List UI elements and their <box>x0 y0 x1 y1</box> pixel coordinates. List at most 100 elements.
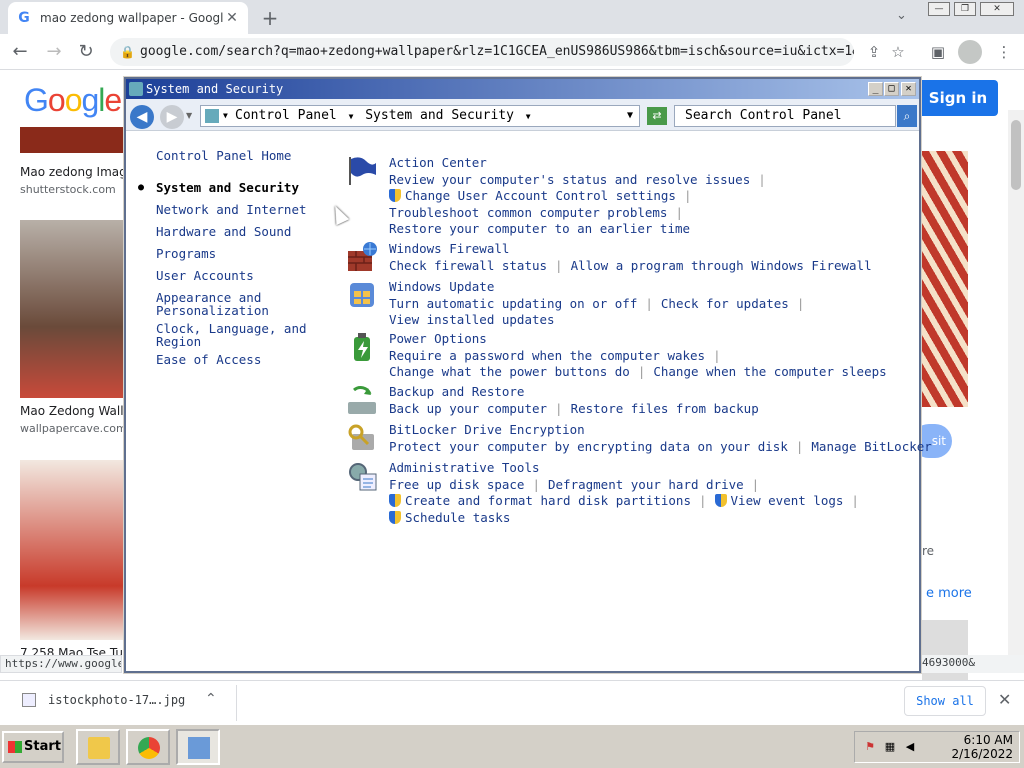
installed-updates-link[interactable]: View installed updates <box>389 312 555 327</box>
forward-arrow-icon[interactable]: → <box>42 40 66 64</box>
chevron-right-icon[interactable]: ▼ <box>522 112 535 121</box>
partitions-link[interactable]: Create and format hard disk partitions <box>405 493 691 508</box>
event-logs-link[interactable]: View event logs <box>731 493 844 508</box>
start-button[interactable]: Start <box>2 731 64 763</box>
result-caption[interactable]: Mao zedong Imag <box>20 165 124 179</box>
breadcrumb[interactable]: ▼ Control Panel ▼ System and Security ▼ … <box>200 105 640 127</box>
maximize-button[interactable]: □ <box>884 82 899 96</box>
result-image[interactable] <box>20 220 124 398</box>
nav-appearance[interactable]: Appearance and Personalization <box>156 291 269 317</box>
back-arrow-icon[interactable]: ◀ <box>130 105 154 129</box>
require-password-link[interactable]: Require a password when the computer wak… <box>389 348 705 363</box>
check-firewall-link[interactable]: Check firewall status <box>389 258 547 273</box>
address-dropdown-icon[interactable]: ▼ <box>627 106 633 126</box>
bitlocker-title[interactable]: BitLocker Drive Encryption <box>389 422 932 439</box>
sign-in-button[interactable]: Sign in <box>918 80 998 116</box>
minimize-button[interactable]: — <box>928 2 950 16</box>
back-arrow-icon[interactable]: ← <box>8 40 32 64</box>
image-result[interactable]: Mao Zedong Wall wallpapercave.com <box>20 220 124 435</box>
nav-ease-of-access[interactable]: Ease of Access <box>156 353 261 366</box>
scrollbar-thumb[interactable] <box>1011 120 1021 190</box>
manage-bitlocker-link[interactable]: Manage BitLocker <box>811 439 931 454</box>
firewall-title[interactable]: Windows Firewall <box>389 241 872 258</box>
action-center-title[interactable]: Action Center <box>389 155 774 172</box>
uac-settings-link[interactable]: Change User Account Control settings <box>405 188 676 203</box>
back-up-link[interactable]: Back up your computer <box>389 401 547 416</box>
result-image[interactable] <box>20 460 124 640</box>
new-tab-button[interactable]: + <box>258 6 282 30</box>
side-panel-icon[interactable]: ▣ <box>928 42 948 62</box>
page-scrollbar[interactable] <box>1008 110 1024 670</box>
browser-tab[interactable]: G mao zedong wallpaper - Google ✕ <box>8 2 248 34</box>
defragment-link[interactable]: Defragment your hard drive <box>548 477 744 492</box>
close-icon[interactable]: ✕ <box>998 690 1011 709</box>
image-result[interactable]: 7,258 Mao Tse Tu <box>20 460 124 660</box>
show-all-button[interactable]: Show all <box>904 686 986 716</box>
power-title[interactable]: Power Options <box>389 331 887 348</box>
result-image[interactable] <box>20 127 124 153</box>
download-item[interactable]: istockphoto-17….jpg <box>22 693 185 707</box>
update-title[interactable]: Windows Update <box>389 279 812 296</box>
nav-clock-language-region[interactable]: Clock, Language, and Region <box>156 322 307 348</box>
address-bar[interactable]: 🔒 google.com/search?q=mao+zedong+wallpap… <box>110 38 854 66</box>
check-updates-link[interactable]: Check for updates <box>661 296 789 311</box>
chevron-right-icon[interactable]: ▼ <box>345 112 358 121</box>
image-result[interactable]: Mao zedong Imag shutterstock.com <box>20 127 124 196</box>
admin-title[interactable]: Administrative Tools <box>389 460 867 477</box>
close-button[interactable]: ✕ <box>901 82 916 96</box>
google-logo[interactable]: Google <box>24 82 122 119</box>
computer-sleeps-link[interactable]: Change when the computer sleeps <box>653 364 886 379</box>
bitlocker-key-icon <box>348 424 374 450</box>
taskbar-control-panel[interactable] <box>176 729 220 765</box>
tab-close-icon[interactable]: ✕ <box>224 10 240 26</box>
breadcrumb-item[interactable]: Control Panel <box>235 108 337 123</box>
share-icon[interactable]: ⇪ <box>864 42 884 62</box>
restore-files-link[interactable]: Restore files from backup <box>571 401 759 416</box>
clock[interactable]: 6:10 AM 2/16/2022 <box>951 733 1013 761</box>
bookmark-star-icon[interactable]: ☆ <box>888 42 908 62</box>
profile-avatar[interactable] <box>958 40 982 64</box>
see-more-link[interactable]: e more <box>926 586 972 601</box>
taskbar-chrome[interactable] <box>126 729 170 765</box>
auto-update-link[interactable]: Turn automatic updating on or off <box>389 296 637 311</box>
restore-link[interactable]: Restore your computer to an earlier time <box>389 221 690 236</box>
power-buttons-link[interactable]: Change what the power buttons do <box>389 364 630 379</box>
nav-system-and-security[interactable]: System and Security <box>156 181 299 194</box>
refresh-icon[interactable]: ⇄ <box>647 107 667 125</box>
result-image-right[interactable] <box>922 151 968 407</box>
browser-tab-strip: G mao zedong wallpaper - Google ✕ + ⌄ — … <box>0 0 1024 34</box>
backup-title[interactable]: Backup and Restore <box>389 384 759 401</box>
encrypt-link[interactable]: Protect your computer by encrypting data… <box>389 439 788 454</box>
lock-icon: 🔒 <box>120 45 135 59</box>
schedule-tasks-link[interactable]: Schedule tasks <box>405 510 510 525</box>
nav-programs[interactable]: Programs <box>156 247 216 260</box>
taskbar-explorer[interactable] <box>76 729 120 765</box>
minimize-button[interactable]: _ <box>868 82 883 96</box>
troubleshoot-link[interactable]: Troubleshoot common computer problems <box>389 205 667 220</box>
search-input[interactable]: Search Control Panel <box>674 105 896 127</box>
result-caption[interactable]: Mao Zedong Wall <box>20 404 124 418</box>
nav-network-and-internet[interactable]: Network and Internet <box>156 203 307 216</box>
chevron-up-icon[interactable]: ⌃ <box>205 691 217 707</box>
nav-user-accounts[interactable]: User Accounts <box>156 269 254 282</box>
search-icon[interactable]: ⌕ <box>897 105 917 127</box>
status-url: https://www.google <box>0 655 122 673</box>
reload-icon[interactable]: ↻ <box>74 40 98 64</box>
close-window-button[interactable]: ✕ <box>980 2 1014 16</box>
window-title-bar[interactable]: System and Security _ □ ✕ <box>126 79 919 99</box>
nav-control-panel-home[interactable]: Control Panel Home <box>156 149 291 162</box>
menu-dots-icon[interactable]: ⋮ <box>994 42 1014 62</box>
network-icon[interactable]: ▦ <box>883 740 897 754</box>
allow-program-link[interactable]: Allow a program through Windows Firewall <box>571 258 872 273</box>
volume-icon[interactable]: ◀ <box>903 740 917 754</box>
forward-arrow-icon[interactable]: ▶ <box>160 105 184 129</box>
breadcrumb-item[interactable]: System and Security <box>365 108 514 123</box>
restore-button[interactable]: ❐ <box>954 2 976 16</box>
free-disk-link[interactable]: Free up disk space <box>389 477 524 492</box>
recent-pages-chevron-icon[interactable]: ▼ <box>186 111 192 120</box>
chevron-right-icon[interactable]: ▼ <box>223 106 228 126</box>
action-center-flag-icon[interactable]: ⚑ <box>863 740 877 754</box>
nav-hardware-and-sound[interactable]: Hardware and Sound <box>156 225 291 238</box>
tab-search-chevron-icon[interactable]: ⌄ <box>896 8 907 23</box>
review-status-link[interactable]: Review your computer's status and resolv… <box>389 172 750 187</box>
